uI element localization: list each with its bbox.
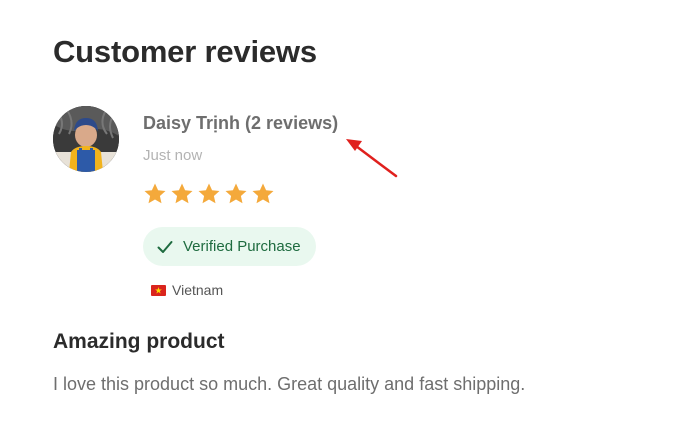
section-title: Customer reviews	[53, 34, 317, 69]
vietnam-flag-icon	[151, 284, 166, 296]
star-rating	[143, 182, 275, 206]
reviewer-country: Vietnam	[151, 282, 223, 298]
review-time: Just now	[143, 147, 203, 164]
check-icon	[157, 240, 173, 253]
star-icon	[225, 183, 247, 204]
reviewer-name[interactable]: Daisy Trịnh (2 reviews)	[143, 113, 338, 134]
reviews-section: Customer reviews Daisy Trịnh (2 reviews)…	[0, 0, 688, 424]
star-icon	[252, 183, 274, 204]
verified-purchase-badge: Verified Purchase	[143, 227, 316, 266]
star-icon	[171, 183, 193, 204]
avatar	[53, 106, 119, 172]
country-label: Vietnam	[172, 282, 224, 298]
review-body: I love this product so much. Great quali…	[53, 374, 526, 394]
review-title: Amazing product	[53, 330, 225, 353]
verified-label: Verified Purchase	[183, 238, 301, 255]
star-icon	[144, 183, 166, 204]
star-icon	[198, 183, 220, 204]
